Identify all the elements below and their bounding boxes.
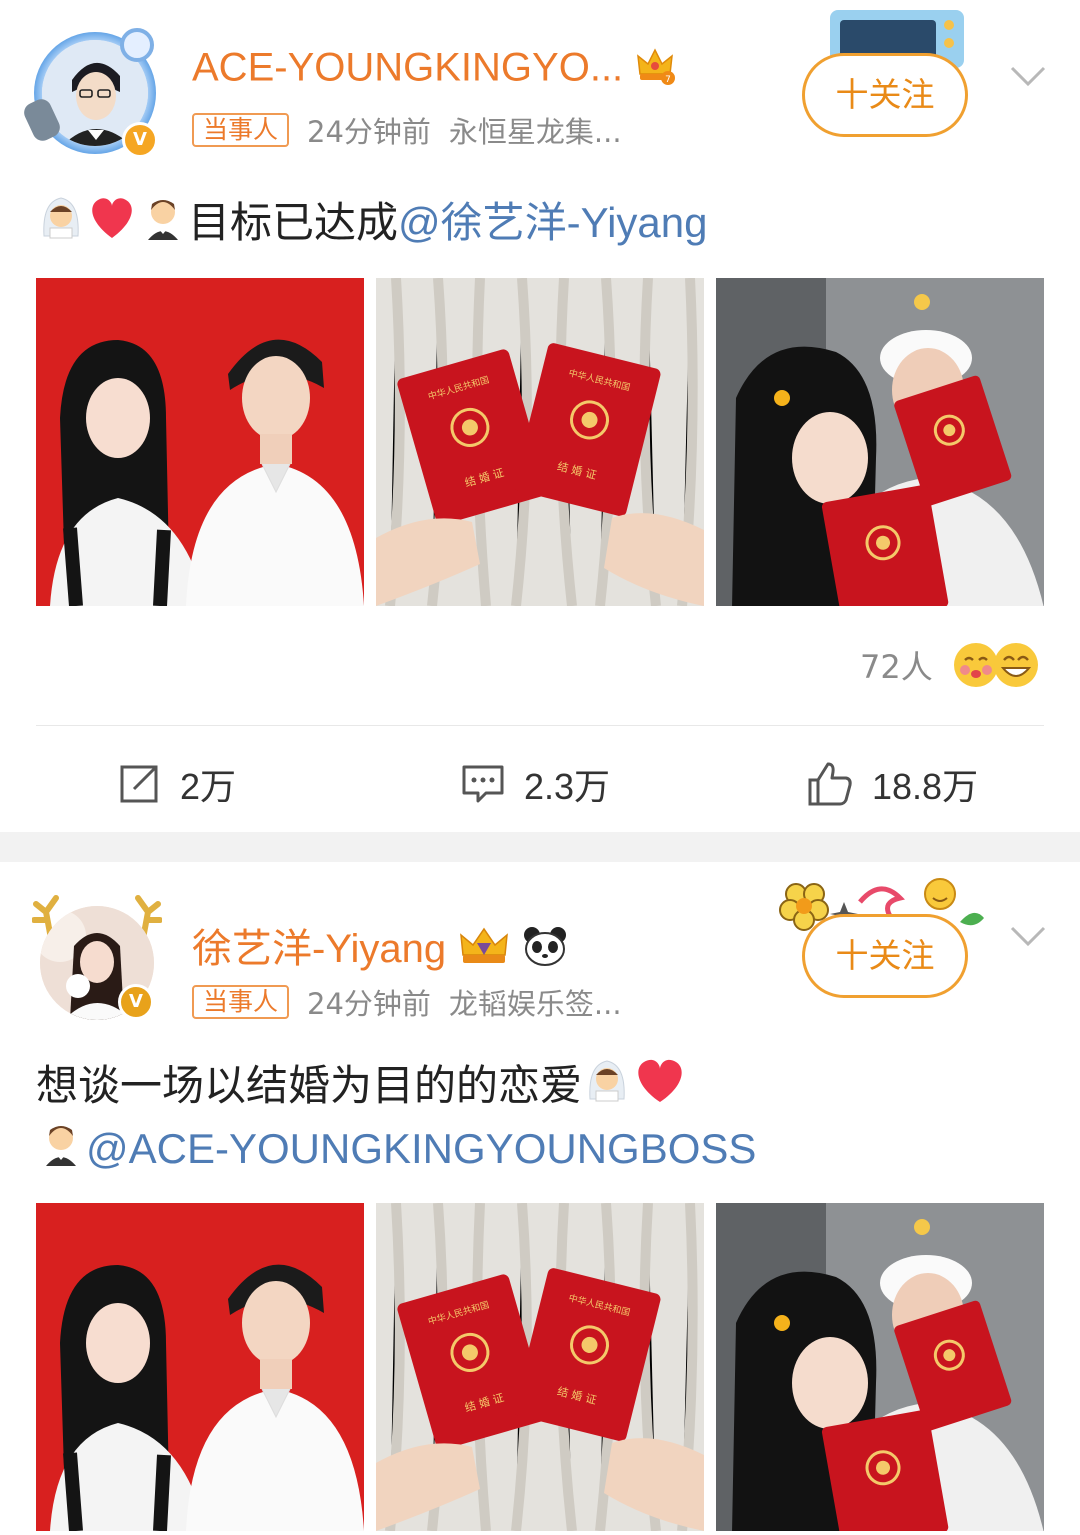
post-time: 24分钟前 [307,987,431,1021]
party-tag: 当事人 [192,985,290,1019]
user-avatar[interactable]: V [32,895,162,1026]
crown-level-icon: 7 [634,44,676,96]
bride-emoji-icon [582,1055,632,1122]
post-time: 24分钟前 [307,115,431,149]
follow-button[interactable]: 十关注 [802,53,968,137]
bride-emoji-icon [36,192,86,259]
username[interactable]: ACE-YOUNGKINGYO... [192,46,623,90]
post-image-couple-selfie[interactable] [716,1203,1044,1531]
follow-button[interactable]: 十关注 [802,914,968,998]
groom-emoji-icon [138,192,188,259]
crown-level-icon [457,925,511,977]
repost-button[interactable]: 2万 [116,756,236,812]
post-text-line-2: @ACE-YOUNGKINGYOUNGBOSS [36,1118,756,1185]
red-heart-emoji-icon [86,192,138,259]
post-image-marriage-certificates[interactable]: 中华人民共和国 结 婚 证 中华人民共和国 结 婚 证 [376,1203,704,1531]
post-source[interactable]: 龙韬娱乐签... [449,981,622,1023]
comment-count: 2.3万 [524,766,611,807]
weibo-post-2: V 徐艺洋-Yiyang 当事人 24分钟前 龙韬娱乐签... 十关注 想谈一场… [0,862,1080,1535]
post-image-marriage-certificates[interactable]: 中华人民共和国 结 婚 证 中华人民共和国 结 婚 证 [376,278,704,606]
svg-text:7: 7 [665,75,671,85]
chevron-down-icon[interactable] [1008,56,1048,96]
post-source[interactable]: 永恒星龙集... [449,109,622,151]
post-text: 目标已达成@徐艺洋-Yiyang [36,192,708,259]
verified-badge-icon: V [118,984,154,1020]
post-image-couple-portrait[interactable] [36,278,364,606]
groom-emoji-icon [36,1118,86,1185]
post-body: 目标已达成 [188,198,399,247]
grin-emoji-icon [993,643,1038,687]
repost-count: 2万 [180,766,237,807]
post-separator [0,832,1080,862]
verified-badge-icon: V [122,122,158,158]
weibo-post-1: V ACE-YOUNGKINGYO... 7 当事人 24分钟前 永恒星龙集..… [0,0,1080,832]
post-text: 想谈一场以结婚为目的的恋爱 [36,1054,688,1123]
comment-button[interactable]: 2.3万 [460,756,610,812]
user-avatar[interactable]: V [20,28,158,158]
post-body: 想谈一场以结婚为目的的恋爱 [36,1061,583,1110]
mention-link[interactable]: @徐艺洋-Yiyang [398,199,707,246]
red-heart-emoji-icon [632,1054,688,1123]
username[interactable]: 徐艺洋-Yiyang [192,927,446,971]
party-tag: 当事人 [192,113,290,147]
like-count: 18.8万 [872,766,979,807]
mention-link[interactable]: @ACE-YOUNGKINGYOUNGBOSS [86,1125,756,1172]
thumbs-up-icon [808,762,852,806]
repost-icon [120,765,158,803]
post-image-couple-selfie[interactable] [716,278,1044,606]
like-button[interactable]: 18.8万 [806,756,978,812]
comment-icon [462,765,504,803]
likes-people-count: 72人 [860,648,933,686]
like-summary[interactable]: 72人 [860,640,1043,690]
post-image-couple-portrait[interactable] [36,1203,364,1531]
chevron-down-icon[interactable] [1008,916,1048,956]
panda-icon [522,925,568,977]
